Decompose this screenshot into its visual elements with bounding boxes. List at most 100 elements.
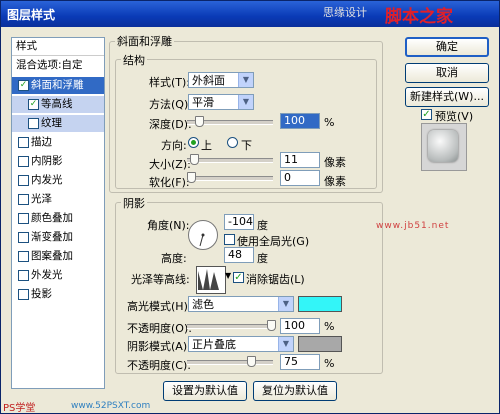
soften-slider-thumb[interactable]	[187, 172, 196, 183]
style-list-item-label: 等高线	[41, 98, 73, 110]
window-title: 图层样式	[7, 8, 56, 22]
global-light-checkbox[interactable]	[224, 234, 235, 245]
size-input[interactable]: 11	[280, 152, 320, 168]
style-list-item[interactable]: 图案叠加	[12, 248, 104, 265]
shadow-opacity-unit: %	[324, 357, 335, 370]
shadow-opacity-thumb[interactable]	[247, 356, 256, 367]
style-checkbox[interactable]	[18, 289, 29, 300]
style-list-item-label: 斜面和浮雕	[31, 79, 84, 91]
style-list-item[interactable]: ✓ 斜面和浮雕	[12, 77, 104, 94]
layer-style-dialog: 图层样式 思缘设计 脚本之家 样式 混合选项:自定 ✓ 斜面和浮雕 ✓ 等高线 纹理 描边…	[0, 0, 500, 414]
contour-curve-icon	[198, 269, 219, 290]
gloss-contour-swatch[interactable]	[196, 266, 226, 294]
style-select[interactable]: 外斜面 ▼	[188, 72, 254, 88]
watermark-text: 思缘设计	[323, 6, 367, 19]
depth-slider[interactable]	[187, 116, 273, 127]
style-list-item-label: 描边	[31, 136, 52, 148]
style-list-item[interactable]: 纹理	[12, 115, 104, 132]
style-list-item[interactable]: 外发光	[12, 267, 104, 284]
style-list-item[interactable]: 投影	[12, 286, 104, 303]
style-list-panel: 样式 混合选项:自定 ✓ 斜面和浮雕 ✓ 等高线 纹理 描边 内阴影 内发光 光泽 颜色叠加 渐变叠…	[11, 37, 105, 389]
style-list-item-label: 内发光	[31, 174, 63, 186]
style-checkbox[interactable]	[18, 194, 29, 205]
style-list-item[interactable]: 内阴影	[12, 153, 104, 170]
cancel-button[interactable]: 取消	[405, 63, 489, 83]
soften-slider[interactable]	[187, 172, 273, 183]
style-list-item-label: 图案叠加	[31, 250, 73, 262]
style-checkbox[interactable]	[18, 251, 29, 262]
angle-dial-needle	[199, 233, 205, 247]
shadow-opacity-input[interactable]: 75	[280, 354, 320, 370]
style-list-header: 样式	[12, 38, 104, 56]
depth-label: 深度(D):	[149, 118, 192, 131]
gloss-contour-label: 光泽等高线:	[131, 273, 190, 286]
chevron-down-icon: ▼	[238, 95, 253, 109]
style-list-item[interactable]: 内发光	[12, 172, 104, 189]
style-list-item[interactable]: 渐变叠加	[12, 229, 104, 246]
depth-unit: %	[324, 116, 335, 129]
style-checkbox[interactable]	[28, 118, 39, 129]
highlight-opacity-slider[interactable]	[187, 320, 276, 331]
style-list-item-label: 纹理	[41, 117, 62, 129]
watermark-url: www.jb51.net	[376, 221, 450, 231]
highlight-mode-label: 高光模式(H):	[127, 300, 192, 313]
angle-dial[interactable]	[188, 220, 218, 250]
style-list-item[interactable]: 光泽	[12, 191, 104, 208]
highlight-mode-select[interactable]: 滤色 ▼	[188, 296, 294, 312]
direction-up-radio[interactable]	[188, 137, 199, 148]
style-checkbox[interactable]	[18, 137, 29, 148]
style-checkbox[interactable]: ✓	[18, 80, 29, 91]
style-checkbox[interactable]	[18, 175, 29, 186]
style-list-item-label: 内阴影	[31, 155, 63, 167]
chevron-down-icon[interactable]: ▼	[225, 271, 231, 280]
shadow-opacity-slider[interactable]	[187, 356, 273, 367]
style-checkbox[interactable]	[18, 156, 29, 167]
ok-button[interactable]: 确定	[405, 37, 489, 57]
soften-input[interactable]: 0	[280, 170, 320, 186]
style-value: 外斜面	[192, 74, 225, 87]
size-label: 大小(Z):	[149, 158, 191, 171]
angle-input[interactable]: -104	[224, 214, 254, 230]
set-default-button[interactable]: 设置为默认值	[163, 381, 247, 401]
highlight-opacity-thumb[interactable]	[267, 320, 276, 331]
style-list-item[interactable]: 描边	[12, 134, 104, 151]
reset-default-button[interactable]: 复位为默认值	[253, 381, 337, 401]
chevron-down-icon: ▼	[278, 337, 293, 351]
highlight-opacity-label: 不透明度(O):	[127, 322, 192, 335]
style-checkbox[interactable]	[18, 232, 29, 243]
watermark-logo: 脚本之家	[385, 7, 453, 27]
style-checkbox[interactable]	[18, 270, 29, 281]
highlight-color-swatch[interactable]	[298, 296, 342, 312]
shadow-color-swatch[interactable]	[298, 336, 342, 352]
depth-slider-thumb[interactable]	[195, 116, 204, 127]
style-list-item[interactable]: 颜色叠加	[12, 210, 104, 227]
style-list-item[interactable]: ✓ 等高线	[12, 96, 104, 113]
technique-value: 平滑	[192, 96, 214, 109]
soften-unit: 像素	[324, 175, 346, 188]
size-slider-thumb[interactable]	[190, 154, 199, 165]
footer-watermark-left: PS学堂	[3, 403, 36, 414]
technique-label: 方法(Q):	[149, 98, 192, 111]
style-list-item-label: 外发光	[31, 269, 63, 281]
direction-down-label: 下	[241, 139, 252, 152]
depth-input[interactable]: 100	[280, 113, 320, 129]
size-slider[interactable]	[187, 154, 273, 165]
new-style-button[interactable]: 新建样式(W)...	[405, 87, 489, 107]
size-unit: 像素	[324, 156, 346, 169]
technique-select[interactable]: 平滑 ▼	[188, 94, 254, 110]
highlight-opacity-input[interactable]: 100	[280, 318, 320, 334]
blend-options-item[interactable]: 混合选项:自定	[12, 57, 104, 74]
direction-down-radio[interactable]	[227, 137, 238, 148]
style-checkbox[interactable]	[18, 213, 29, 224]
structure-title: 结构	[121, 52, 147, 68]
footer-watermark-right: www.52PSXT.com	[71, 401, 151, 411]
antialias-label: 消除锯齿(L)	[246, 273, 305, 286]
altitude-input[interactable]: 48	[224, 247, 254, 263]
preview-checkbox[interactable]: ✓	[421, 109, 432, 120]
chevron-down-icon: ▼	[278, 297, 293, 311]
antialias-checkbox[interactable]: ✓	[233, 272, 244, 283]
shadow-mode-select[interactable]: 正片叠底 ▼	[188, 336, 294, 352]
highlight-mode-value: 滤色	[192, 298, 214, 311]
style-checkbox[interactable]: ✓	[28, 99, 39, 110]
shadow-mode-value: 正片叠底	[192, 338, 236, 351]
